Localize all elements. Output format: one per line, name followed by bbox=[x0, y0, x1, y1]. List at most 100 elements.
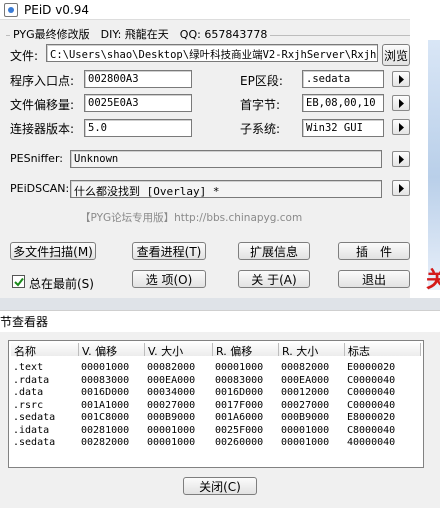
entry-point-label: 程序入口点: bbox=[10, 74, 75, 88]
table-cell: C8000040 bbox=[347, 424, 396, 436]
pesniffer-label: PESniffer: bbox=[10, 152, 63, 165]
table-cell: .sedata bbox=[13, 412, 56, 423]
table-cell: .rdata bbox=[13, 374, 50, 386]
peidscan-label: PEiDSCAN: bbox=[10, 182, 70, 195]
column-header[interactable]: V. 偏移 bbox=[79, 343, 145, 358]
arrow-right-icon bbox=[398, 74, 404, 84]
table-cell: 00082000 bbox=[147, 362, 196, 373]
arrow-right-icon bbox=[398, 183, 404, 193]
background-decoration bbox=[428, 40, 440, 290]
table-cell: 00001000 bbox=[147, 437, 196, 448]
group-label: PYG最终修改版 DIY: 飛龍在天 QQ: 657843778 bbox=[10, 26, 271, 42]
column-header[interactable]: R. 偏移 bbox=[213, 343, 279, 358]
table-row[interactable]: .data 0016D000 00034000 0016D000 00012000 C00… bbox=[9, 387, 423, 399]
multi-scan-button[interactable]: 多文件扫描(M) bbox=[10, 242, 96, 260]
table-cell: 0025F000 bbox=[215, 424, 264, 436]
always-on-top-label[interactable]: 总在最前(S) bbox=[29, 275, 94, 292]
table-cell: 000EA000 bbox=[147, 374, 196, 386]
arrow-right-icon bbox=[398, 122, 404, 132]
peidscan-field[interactable]: 什么都没找到 [Overlay] * bbox=[70, 180, 382, 198]
column-header[interactable]: 名称 bbox=[11, 343, 79, 358]
column-header[interactable]: V. 大小 bbox=[145, 343, 213, 358]
checkbox-checked-icon bbox=[13, 277, 24, 287]
table-cell: 0016D000 bbox=[215, 387, 264, 398]
table-cell: 000B9000 bbox=[281, 412, 330, 423]
exit-button[interactable]: 退出 bbox=[338, 270, 410, 288]
table-cell: 00282000 bbox=[81, 437, 130, 448]
table-row[interactable]: .sedata 00282000 00001000 00260000 00001000 4… bbox=[9, 437, 423, 449]
ep-section-button[interactable] bbox=[392, 71, 410, 87]
extended-info-button[interactable]: 扩展信息 bbox=[238, 242, 310, 260]
watermark-text: 【PYG论坛专用版】http://bbs.chinapyg.com bbox=[80, 212, 303, 224]
peidscan-button[interactable] bbox=[392, 180, 410, 196]
linker-version-label: 连接器版本: bbox=[10, 122, 75, 136]
table-cell: 000EA000 bbox=[281, 374, 330, 386]
ep-section-field[interactable]: .sedata bbox=[302, 70, 384, 88]
first-bytes-label: 首字节: bbox=[240, 98, 281, 112]
linker-version-field[interactable]: 5.0 bbox=[84, 119, 192, 137]
table-row[interactable]: .sedata 001C8000 000B9000 001A6000 000B9000 E… bbox=[9, 412, 423, 424]
always-on-top-checkbox[interactable] bbox=[12, 275, 25, 288]
table-cell: E8000020 bbox=[347, 412, 396, 423]
table-cell: E0000020 bbox=[347, 362, 396, 373]
table-cell: 00083000 bbox=[81, 374, 130, 386]
arrow-right-icon bbox=[398, 98, 404, 108]
first-bytes-button[interactable] bbox=[392, 95, 410, 111]
browse-button[interactable]: 浏览 bbox=[382, 44, 410, 66]
file-path-field[interactable]: C:\Users\shao\Desktop\绿叶科技商业端V2-RxjhServ… bbox=[46, 44, 378, 62]
section-table[interactable]: 名称 V. 偏移 V. 大小 R. 偏移 R. 大小 标志 .text 00001… bbox=[8, 340, 424, 468]
pesniffer-button[interactable] bbox=[392, 151, 410, 167]
table-cell: 0016D000 bbox=[81, 387, 130, 398]
entry-point-field[interactable]: 002800A3 bbox=[84, 70, 192, 88]
about-button[interactable]: 关 于(A) bbox=[238, 270, 310, 288]
table-cell: 0017F000 bbox=[215, 399, 264, 411]
table-row[interactable]: .rsrc 001A1000 00027000 0017F000 00027000 C00… bbox=[9, 400, 423, 412]
pesniffer-field[interactable]: Unknown bbox=[70, 150, 382, 168]
table-cell: 00001000 bbox=[81, 362, 130, 373]
view-process-button[interactable]: 查看进程(T) bbox=[132, 242, 206, 260]
table-cell: 00012000 bbox=[281, 387, 330, 398]
table-cell: .idata bbox=[13, 424, 50, 436]
subsystem-button[interactable] bbox=[392, 119, 410, 135]
table-cell: 00082000 bbox=[281, 362, 330, 373]
table-cell: 001A1000 bbox=[81, 399, 130, 411]
table-cell: 00083000 bbox=[215, 374, 264, 386]
window-title: PEiD v0.94 bbox=[24, 3, 90, 17]
column-header[interactable]: 标志 bbox=[345, 343, 421, 358]
table-cell: 00260000 bbox=[215, 437, 264, 448]
file-offset-label: 文件偏移量: bbox=[10, 98, 75, 112]
background-red-text: 关 bbox=[426, 268, 440, 293]
arrow-right-icon bbox=[398, 154, 404, 164]
file-label: 文件: bbox=[10, 49, 39, 63]
table-cell: C0000040 bbox=[347, 399, 396, 411]
table-cell: 00001000 bbox=[281, 424, 330, 436]
table-row[interactable]: .text 00001000 00082000 00001000 00082000 E00… bbox=[9, 362, 423, 374]
table-cell: .text bbox=[13, 362, 44, 373]
table-row[interactable]: .rdata 00083000 000EA000 00083000 000EA000 C0… bbox=[9, 375, 423, 387]
peid-app-icon bbox=[4, 3, 18, 17]
table-cell: 00027000 bbox=[281, 399, 330, 411]
table-cell: 001A6000 bbox=[215, 412, 264, 423]
table-cell: 00034000 bbox=[147, 387, 196, 398]
file-offset-field[interactable]: 0025E0A3 bbox=[84, 94, 192, 112]
subsystem-field[interactable]: Win32 GUI bbox=[302, 119, 384, 137]
table-cell: 00001000 bbox=[281, 437, 330, 448]
table-cell: 00001000 bbox=[215, 362, 264, 373]
plugins-button[interactable]: 插 件 bbox=[338, 242, 410, 260]
table-cell: 40000040 bbox=[347, 437, 396, 448]
table-cell: .sedata bbox=[13, 437, 56, 448]
options-button[interactable]: 选 项(O) bbox=[132, 270, 206, 288]
table-cell: .rsrc bbox=[13, 399, 44, 411]
section-viewer-title: 节查看器 bbox=[0, 315, 49, 329]
table-cell: C0000040 bbox=[347, 387, 396, 398]
subsystem-label: 子系统: bbox=[240, 122, 281, 136]
table-cell: 00001000 bbox=[147, 424, 196, 436]
table-cell: 000B9000 bbox=[147, 412, 196, 423]
column-header[interactable]: R. 大小 bbox=[279, 343, 345, 358]
table-cell: C0000040 bbox=[347, 374, 396, 386]
table-cell: 00027000 bbox=[147, 399, 196, 411]
table-row[interactable]: .idata 00281000 00001000 0025F000 00001000 C8… bbox=[9, 425, 423, 437]
first-bytes-field[interactable]: EB,08,00,10 bbox=[302, 94, 384, 112]
table-cell: 001C8000 bbox=[81, 412, 130, 423]
close-button[interactable]: 关闭(C) bbox=[183, 477, 257, 495]
